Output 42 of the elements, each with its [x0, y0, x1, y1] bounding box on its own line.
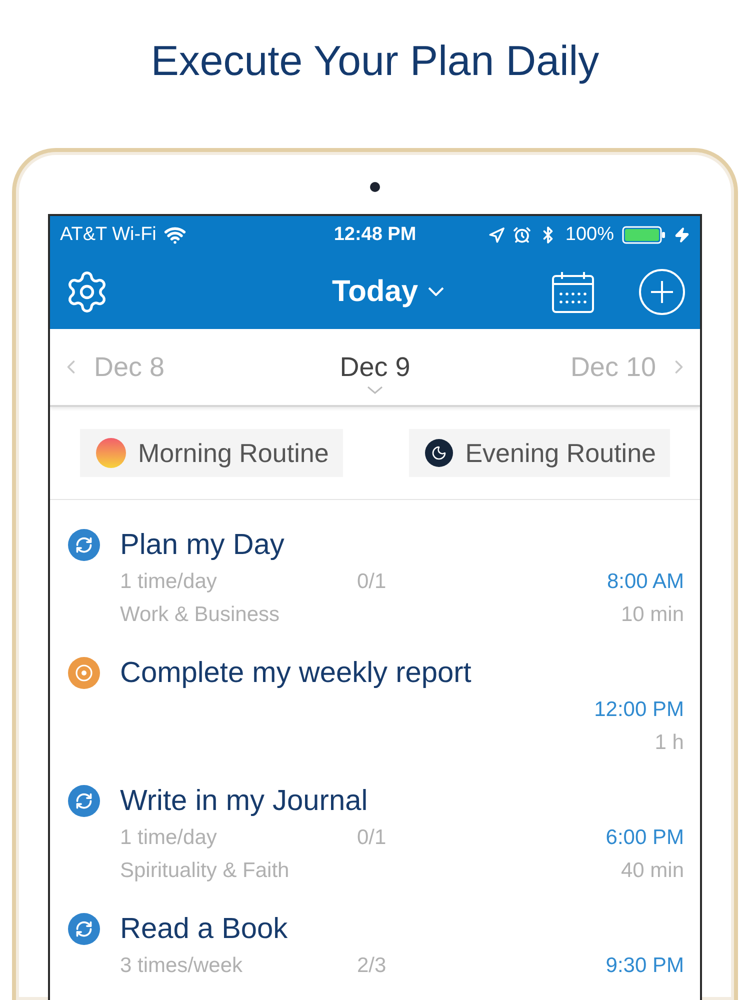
frequency-label: 3 times/week [120, 954, 243, 978]
moon-icon [425, 439, 454, 467]
time-label: 6:00 PM [606, 826, 684, 850]
frequency-label: 1 time/day [120, 570, 217, 594]
carrier-label: AT&T Wi-Fi [60, 224, 156, 246]
repeat-icon [68, 913, 100, 945]
clock-label: 12:48 PM [334, 224, 416, 246]
repeat-icon [68, 529, 100, 561]
repeat-icon [68, 785, 100, 817]
target-icon [68, 657, 100, 689]
routine-button[interactable]: Evening Routine [409, 429, 670, 477]
task-title[interactable]: Write in my Journal [120, 784, 368, 818]
time-label: 12:00 PM [594, 698, 684, 722]
task-title[interactable]: Plan my Day [120, 528, 284, 562]
charging-bolt-icon [674, 227, 690, 243]
view-dropdown[interactable]: Today [332, 274, 444, 308]
camera-dot [370, 182, 380, 192]
progress-count: 0/1 [357, 826, 386, 850]
battery-percentage: 100% [565, 224, 614, 246]
battery-icon [622, 225, 666, 245]
frequency-label: 1 time/day [120, 826, 217, 850]
duration-label: 10 min [620, 602, 684, 626]
task-title[interactable]: Read a Book [120, 912, 288, 946]
routine-button[interactable]: Morning Routine [80, 429, 343, 477]
sun-gradient-icon [96, 438, 126, 468]
category-label: Spirituality & Faith [120, 858, 290, 882]
duration-label: 40 min [620, 858, 684, 882]
location-arrow-icon [488, 226, 506, 244]
progress-count: 0/1 [357, 570, 386, 594]
alarm-clock-icon [513, 226, 532, 244]
time-label: 8:00 AM [606, 570, 684, 594]
add-button[interactable] [638, 268, 686, 316]
time-label: 9:30 PM [606, 954, 684, 978]
caret-icon [367, 386, 383, 394]
headline: Execute Your Plan Daily [150, 36, 600, 86]
duration-label: 1 h [654, 730, 684, 754]
wifi-icon [164, 224, 186, 246]
date-tab[interactable]: Dec 9 [340, 352, 410, 382]
task-title[interactable]: Complete my weekly report [120, 656, 472, 690]
category-label: Work & Business [120, 602, 280, 626]
progress-count: 2/3 [357, 954, 386, 978]
caret-icon [428, 287, 444, 296]
